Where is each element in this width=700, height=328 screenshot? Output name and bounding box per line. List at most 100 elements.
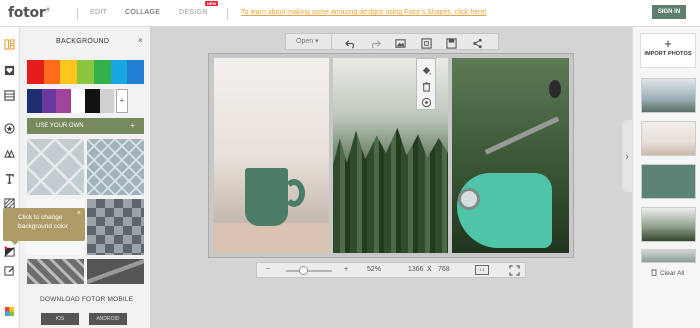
- zoom-bar: − + 52% 1366 X 768 1:1: [256, 262, 526, 278]
- shapes-icon[interactable]: [3, 147, 15, 159]
- zoom-slider-handle[interactable]: [299, 266, 308, 275]
- background-pattern[interactable]: [27, 259, 84, 284]
- zoom-slider-track[interactable]: [286, 270, 332, 272]
- heart-icon[interactable]: [3, 64, 15, 76]
- canvas-width: 1366: [408, 266, 424, 273]
- edit-icon[interactable]: [3, 264, 15, 276]
- color-swatch[interactable]: [70, 89, 85, 113]
- zoom-percent: 52%: [367, 266, 382, 273]
- table-surface: [214, 223, 329, 253]
- photo-thumbnail[interactable]: [641, 249, 696, 263]
- zoom-in-button[interactable]: +: [344, 266, 348, 273]
- sign-in-button[interactable]: SIGN IN: [652, 5, 686, 19]
- color-swatch[interactable]: [27, 89, 42, 113]
- android-button[interactable]: ANDROID: [89, 313, 127, 325]
- photo-thumbnail[interactable]: [641, 121, 696, 156]
- photo-cell-scooter[interactable]: [452, 58, 569, 253]
- divider: [77, 8, 78, 20]
- share-icon[interactable]: [472, 36, 483, 49]
- layout-icon[interactable]: [3, 38, 15, 50]
- color-swatch[interactable]: [60, 60, 78, 84]
- color-swatch[interactable]: [93, 60, 111, 84]
- tool-sidebar: [0, 27, 20, 328]
- open-label: Open: [296, 38, 314, 45]
- background-tooltip: Click to change background color ×: [3, 208, 85, 241]
- color-swatches-row-2: +: [27, 89, 150, 113]
- import-photos-button[interactable]: + IMPORT PHOTOS: [640, 33, 696, 68]
- background-pattern[interactable]: [27, 139, 84, 195]
- collapse-panel-button[interactable]: ›: [622, 120, 632, 192]
- headlight-shape: [458, 188, 480, 210]
- background-icon[interactable]: [3, 245, 15, 257]
- canvas-toolbar: Open ▾: [285, 33, 499, 50]
- plus-icon: +: [664, 36, 672, 51]
- import-photos-label: IMPORT PHOTOS: [644, 51, 692, 57]
- add-color-button[interactable]: +: [116, 89, 128, 113]
- color-swatch[interactable]: [56, 89, 71, 113]
- color-swatch[interactable]: [99, 89, 114, 113]
- handlebar-shape: [484, 116, 560, 155]
- color-swatch[interactable]: [27, 60, 44, 84]
- adjust-icon[interactable]: [421, 95, 432, 108]
- image-icon[interactable]: [395, 36, 406, 48]
- ios-button[interactable]: IOS: [41, 313, 79, 325]
- cup-shape: [245, 168, 288, 226]
- background-pattern[interactable]: [87, 199, 144, 255]
- star-icon[interactable]: [3, 122, 15, 134]
- download-mobile-title: DOWNLOAD FOTOR MOBILE: [40, 296, 134, 303]
- top-bar: fotor® EDIT COLLAGE DESIGN NEW To learn …: [0, 0, 700, 27]
- photo-thumbnail[interactable]: [641, 78, 696, 113]
- dimension-separator: X: [427, 266, 432, 273]
- photo-cell-coffee-cup[interactable]: [214, 58, 329, 253]
- background-pattern[interactable]: [87, 139, 144, 195]
- mirror-shape: [549, 80, 561, 98]
- new-badge: NEW: [205, 1, 219, 6]
- nav-collage[interactable]: COLLAGE: [125, 9, 160, 16]
- palette-icon[interactable]: [3, 305, 15, 317]
- delete-icon[interactable]: [421, 79, 432, 92]
- background-pattern[interactable]: [87, 259, 144, 284]
- tooltip-line-1: Click to change: [18, 214, 63, 221]
- color-swatch[interactable]: [85, 89, 100, 113]
- save-icon[interactable]: [446, 36, 457, 49]
- clear-all-label: Clear All: [660, 270, 685, 277]
- color-swatch[interactable]: [127, 60, 145, 84]
- open-dropdown[interactable]: Open ▾: [286, 34, 332, 49]
- fill-icon[interactable]: [421, 63, 432, 76]
- clear-all-button[interactable]: Clear All: [650, 268, 684, 277]
- canvas-height: 768: [438, 266, 450, 273]
- tooltip-line-2: background color: [18, 223, 68, 230]
- background-panel: BACKGROUND × + USE YOUR OWN + DOWNLOAD F…: [20, 27, 151, 328]
- chevron-down-icon: ▾: [315, 38, 319, 45]
- scooter-body-shape: [457, 173, 552, 248]
- cell-tools: [416, 58, 436, 110]
- fullscreen-icon[interactable]: [509, 265, 520, 276]
- nav-design[interactable]: DESIGN: [179, 9, 208, 16]
- redo-icon[interactable]: [370, 36, 381, 49]
- cup-handle-shape: [283, 179, 305, 207]
- color-swatch[interactable]: [77, 60, 94, 84]
- photo-thumbnail[interactable]: [641, 207, 696, 242]
- tooltip-close-button[interactable]: ×: [77, 209, 81, 218]
- undo-icon[interactable]: [345, 36, 356, 49]
- color-swatch[interactable]: [41, 89, 56, 113]
- text-icon[interactable]: [3, 172, 15, 184]
- panel-close-button[interactable]: ×: [138, 36, 143, 45]
- fotor-logo[interactable]: fotor®: [8, 5, 50, 21]
- use-your-own-button[interactable]: USE YOUR OWN +: [27, 118, 144, 134]
- nav-edit[interactable]: EDIT: [90, 9, 107, 16]
- promo-link[interactable]: To learn about making some amazing desig…: [241, 9, 486, 16]
- trash-icon: [651, 269, 657, 276]
- color-swatch[interactable]: [110, 60, 128, 84]
- plus-icon: +: [130, 121, 135, 130]
- compare-icon[interactable]: [421, 36, 432, 49]
- use-your-own-label: USE YOUR OWN: [36, 123, 84, 129]
- photo-thumbnail[interactable]: [641, 164, 696, 199]
- ratio-icon[interactable]: 1:1: [475, 265, 489, 275]
- zoom-out-button[interactable]: −: [266, 266, 270, 273]
- grid-icon[interactable]: [3, 89, 15, 101]
- collage-canvas[interactable]: [208, 53, 574, 258]
- color-swatch[interactable]: [43, 60, 61, 84]
- divider: [227, 8, 228, 20]
- photos-panel: + IMPORT PHOTOS Clear All: [632, 27, 700, 328]
